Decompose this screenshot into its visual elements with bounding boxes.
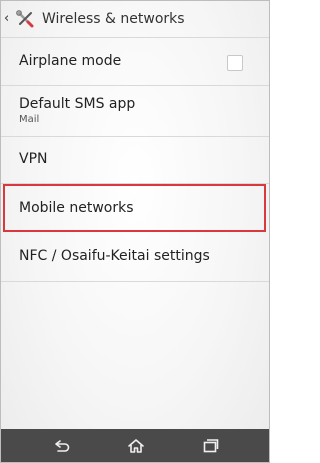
page-title: Wireless & networks bbox=[42, 11, 185, 27]
setting-label: VPN bbox=[19, 151, 48, 167]
highlight-box bbox=[3, 184, 266, 232]
list-divider bbox=[1, 281, 269, 282]
action-bar: ‹ Wireless & networks bbox=[1, 1, 269, 37]
setting-default-sms-app[interactable]: Default SMS app Mail bbox=[1, 86, 269, 136]
chevron-left-icon[interactable]: ‹ bbox=[4, 1, 12, 37]
airplane-mode-checkbox[interactable] bbox=[227, 55, 243, 71]
setting-vpn[interactable]: VPN bbox=[1, 137, 269, 183]
setting-subtitle: Mail bbox=[19, 114, 40, 125]
home-icon[interactable] bbox=[116, 429, 156, 462]
setting-airplane-mode[interactable]: Airplane mode bbox=[1, 38, 269, 85]
navigation-bar bbox=[1, 429, 269, 462]
phone-screen: ‹ Wireless & networks Airplane mode Defa… bbox=[0, 0, 270, 463]
setting-nfc-osaifu-keitai[interactable]: NFC / Osaifu-Keitai settings bbox=[1, 233, 269, 281]
tools-icon[interactable] bbox=[14, 8, 36, 30]
setting-label: Default SMS app bbox=[19, 96, 136, 112]
back-icon[interactable] bbox=[43, 429, 83, 462]
recent-apps-icon[interactable] bbox=[191, 429, 231, 462]
setting-label: NFC / Osaifu-Keitai settings bbox=[19, 248, 210, 264]
